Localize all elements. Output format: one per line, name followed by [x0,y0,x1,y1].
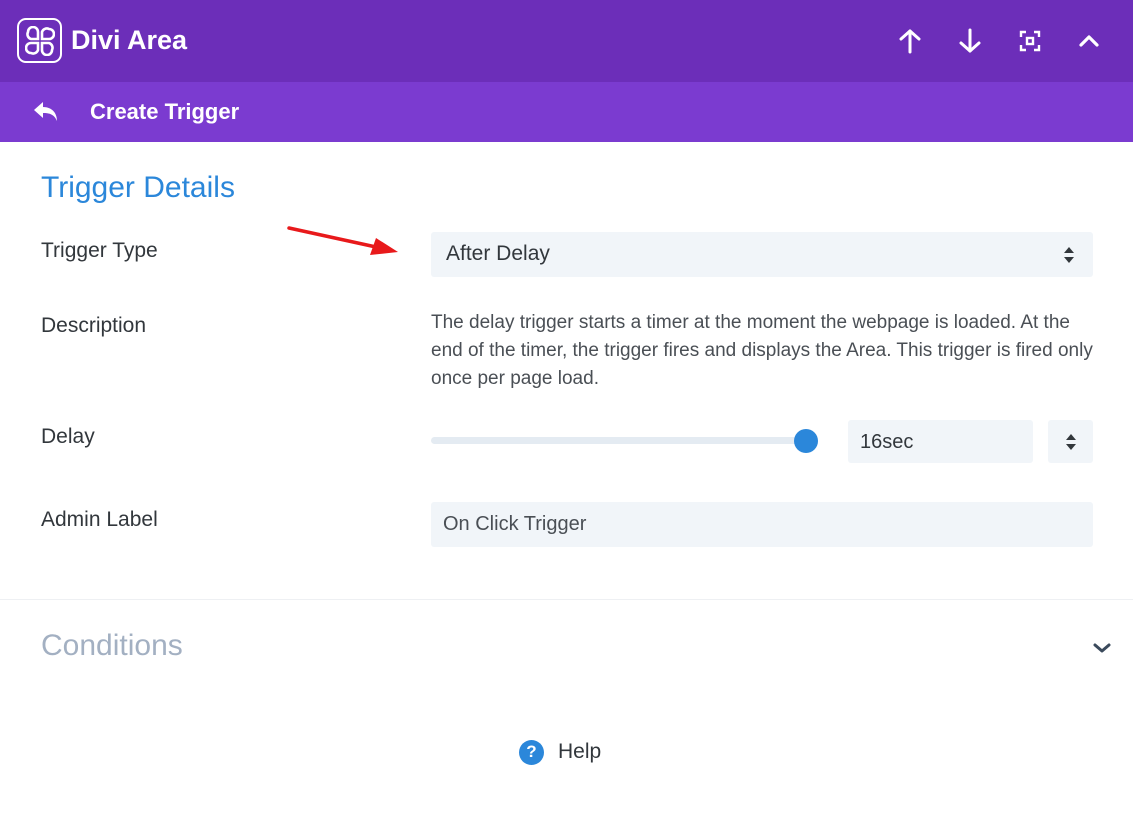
section-title-trigger-details: Trigger Details [41,171,235,204]
fullscreen-button[interactable] [1015,26,1045,56]
page-title: Create Trigger [90,99,240,124]
arrow-up-icon [899,29,921,54]
description-label: Description [41,314,147,337]
app-title: Divi Area [71,25,188,55]
move-down-button[interactable] [955,26,985,56]
conditions-expand-button[interactable] [1090,638,1114,658]
back-icon [34,102,57,121]
section-divider [0,599,1133,600]
delay-slider-thumb[interactable] [794,429,818,453]
delay-label: Delay [41,425,95,448]
question-icon: ? [519,739,544,765]
trigger-type-value: After Delay [446,242,550,265]
help-link[interactable]: ? Help [519,738,601,766]
admin-label-input[interactable]: On Click Trigger [431,502,1093,547]
delay-slider-track[interactable] [431,437,811,444]
chevron-down-icon [1093,643,1111,653]
top-bar: Divi Area [0,0,1133,82]
logo-icon [17,18,62,63]
back-button[interactable] [32,98,60,126]
select-arrows-icon [1064,247,1074,263]
collapse-icon [1079,35,1099,47]
delay-input[interactable]: 16sec [848,420,1033,463]
stepper-arrows-icon [1065,433,1076,450]
trigger-type-label: Trigger Type [41,239,158,262]
collapse-button[interactable] [1074,26,1104,56]
description-text: The delay trigger starts a timer at the … [431,312,1093,389]
move-up-button[interactable] [895,26,925,56]
delay-stepper[interactable] [1048,420,1093,463]
annotation-arrow-icon [287,226,398,255]
trigger-type-select[interactable]: After Delay [431,232,1093,277]
admin-label-value: On Click Trigger [443,513,587,535]
conditions-toggle[interactable]: Conditions [41,628,183,664]
help-label: Help [558,740,602,763]
fullscreen-icon [1019,30,1041,52]
admin-label-label: Admin Label [41,508,158,531]
arrow-down-icon [959,28,981,53]
delay-value: 16sec [860,431,914,453]
